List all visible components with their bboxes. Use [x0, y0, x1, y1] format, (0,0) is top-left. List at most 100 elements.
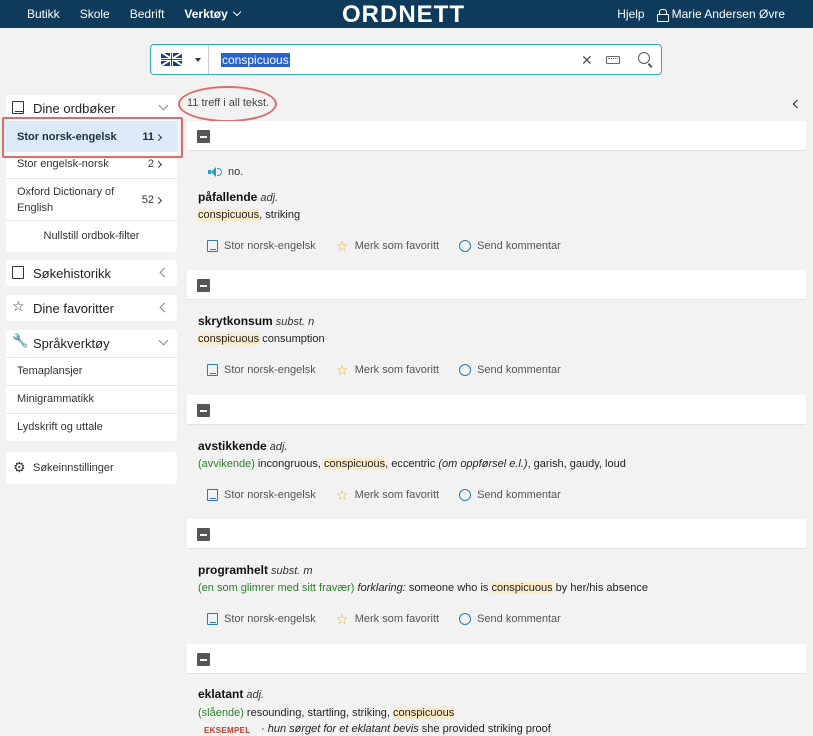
star-icon: ☆: [335, 487, 349, 503]
dictionary-link[interactable]: Stor norsk-engelsk: [207, 489, 316, 501]
nav-bedrift[interactable]: Bedrift: [130, 7, 165, 21]
collapse-icon[interactable]: [197, 279, 210, 292]
search-input[interactable]: conspicuous: [221, 53, 290, 67]
ordnett-logo[interactable]: ORDNETT: [342, 1, 465, 29]
keyboard-icon[interactable]: [606, 56, 620, 64]
comment-icon: [459, 613, 472, 625]
entry-avstikkende: avstikkende adj. (avvikende) incongruous,…: [187, 426, 806, 521]
comment-button[interactable]: Send kommentar: [459, 613, 561, 625]
dictionary-link[interactable]: Stor norsk-engelsk: [207, 240, 316, 252]
audio-button[interactable]: no.: [208, 166, 243, 178]
translation-rest: by her/his absence: [552, 582, 648, 594]
usage-note: (en som glimrer med sitt fravær): [198, 582, 355, 594]
favorites-panel[interactable]: ☆ Dine favoritter: [6, 295, 177, 321]
collapse-icon[interactable]: [197, 653, 210, 666]
reset-dictionary-filter[interactable]: Nullstill ordbok-filter: [6, 220, 177, 252]
tools-item-minigrammatikk[interactable]: Minigrammatikk: [6, 385, 177, 413]
example-translation: she provided striking proof: [418, 723, 551, 735]
tools-header[interactable]: 🔧 Språkverktøy: [6, 330, 177, 356]
uk-flag-icon: [161, 53, 182, 66]
headword: eklatant adj.: [198, 687, 264, 701]
usage-note: (slående): [198, 707, 244, 719]
translation: (en som glimrer med sitt fravær) forklar…: [198, 582, 648, 594]
book-icon: [207, 364, 218, 376]
help-link[interactable]: Hjelp: [617, 7, 644, 21]
headword-text: påfallende: [198, 190, 258, 204]
search-icon[interactable]: [638, 52, 650, 64]
part-of-speech: adj.: [246, 689, 265, 701]
history-header: Søkehistorikk: [6, 260, 177, 286]
headword-text: skrytkonsum: [198, 314, 273, 328]
match-highlight: conspicuous: [198, 209, 260, 221]
nav-butikk[interactable]: Butikk: [27, 7, 60, 21]
nav-skole[interactable]: Skole: [80, 7, 110, 21]
collapse-icon[interactable]: [197, 404, 210, 417]
usage-note: (avvikende): [198, 458, 255, 470]
speaker-icon: [208, 167, 222, 177]
dictionaries-title: Dine ordbøker: [33, 101, 116, 116]
favorite-label: Merk som favoritt: [354, 364, 440, 376]
comment-button[interactable]: Send kommentar: [459, 489, 561, 501]
book-icon: [207, 613, 218, 625]
collapse-icon[interactable]: [197, 130, 210, 143]
translation-rest: consumption: [259, 333, 325, 345]
entry-bar: [187, 395, 806, 425]
favorite-button[interactable]: ☆ Merk som favoritt: [335, 238, 439, 254]
comment-button[interactable]: Send kommentar: [459, 240, 561, 252]
comment-icon: [459, 240, 472, 252]
translation-rest: , striking: [259, 209, 301, 221]
entry-programhelt: programhelt subst. m (en som glimrer med …: [187, 550, 806, 645]
comment-label: Send kommentar: [477, 489, 561, 501]
translation-pre: resounding, startling, striking,: [243, 707, 394, 719]
comment-button[interactable]: Send kommentar: [459, 364, 561, 376]
favorite-button[interactable]: ☆ Merk som favoritt: [336, 612, 440, 626]
dictionary-link[interactable]: Stor norsk-engelsk: [207, 613, 316, 625]
dict-item-count: 52: [141, 194, 154, 206]
comment-label: Send kommentar: [477, 240, 561, 252]
favorite-button[interactable]: ☆ Merk som favoritt: [336, 363, 440, 377]
entry-skrytkonsum: skrytkonsum subst. n conspicuous consumpt…: [187, 301, 806, 396]
reset-filter-label: Nullstill ordbok-filter: [43, 230, 140, 242]
translation-pre: incongruous,: [254, 458, 324, 470]
settings-panel[interactable]: ⚙ Søkeinnstillinger: [6, 452, 177, 484]
part-of-speech: subst. n: [275, 316, 315, 328]
dict-item-oxford[interactable]: Oxford Dictionary of English 52: [6, 178, 177, 220]
collapse-icon[interactable]: [197, 528, 210, 541]
nav-verktoy[interactable]: Verktøy: [184, 7, 242, 21]
top-right: Hjelp Marie Andersen Øvre: [617, 7, 785, 22]
gear-icon: ⚙: [13, 459, 26, 475]
highlight-oval: [178, 86, 277, 122]
search-box: conspicuous ✕: [150, 44, 662, 75]
dictionary-link[interactable]: Stor norsk-engelsk: [207, 364, 316, 376]
usage-italic: (om oppførsel e.l.): [438, 458, 528, 470]
match-highlight: conspicuous: [323, 458, 386, 470]
translation: conspicuous, striking: [198, 209, 300, 221]
dictionary-link-label: Stor norsk-engelsk: [224, 613, 316, 625]
entry-actions: Stor norsk-engelsk ☆ Merk som favoritt Se…: [207, 612, 581, 626]
tools-item-temaplansjer[interactable]: Temaplansjer: [6, 357, 177, 385]
tools-item-lydskrift[interactable]: Lydskrift og uttale: [6, 413, 177, 441]
language-selector[interactable]: [151, 45, 209, 74]
headword: avstikkende adj.: [198, 439, 287, 453]
match-highlight: conspicuous: [491, 582, 553, 594]
user-name[interactable]: Marie Andersen Øvre: [672, 7, 785, 21]
history-title: Søkehistorikk: [33, 266, 112, 281]
favorite-button[interactable]: ☆ Merk som favoritt: [335, 487, 439, 503]
history-panel[interactable]: Søkehistorikk: [6, 260, 177, 286]
book-icon: [207, 240, 218, 252]
chevron-left-icon: [159, 267, 170, 278]
chevron-left-icon[interactable]: [792, 99, 802, 109]
clear-icon[interactable]: ✕: [581, 52, 593, 69]
caret-down-icon: [195, 58, 201, 62]
entry-actions: Stor norsk-engelsk ☆ Merk som favoritt Se…: [207, 363, 581, 377]
favorites-header: ☆ Dine favoritter: [6, 295, 177, 321]
entry-actions: Stor norsk-engelsk ☆ Merk som favoritt Se…: [207, 238, 581, 254]
top-bar: Butikk Skole Bedrift Verktøy ORDNETT Hje…: [0, 0, 813, 28]
explanation-label: forklaring:: [354, 582, 406, 594]
star-icon: ☆: [335, 238, 349, 254]
example-source: · hun sørget for et eklatant bevis: [261, 723, 419, 735]
example-text: · hun sørget for et eklatant bevis she p…: [261, 723, 551, 735]
headword: skrytkonsum subst. n: [198, 314, 314, 328]
lock-icon: [656, 8, 669, 22]
favorite-label: Merk som favoritt: [354, 613, 440, 625]
